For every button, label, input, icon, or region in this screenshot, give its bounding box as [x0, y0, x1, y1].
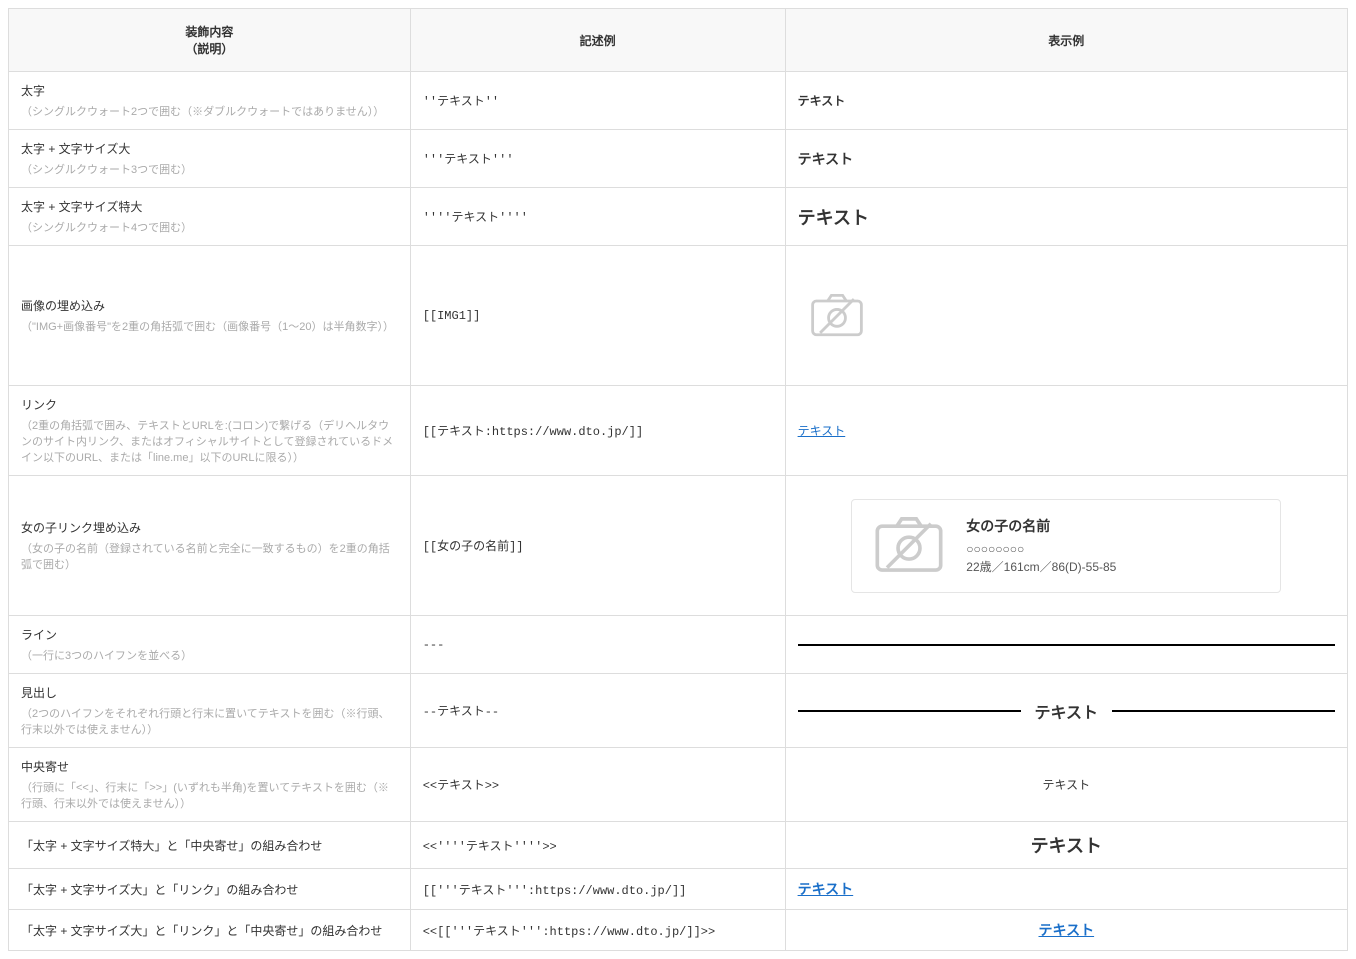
- desc-cell: ライン （一行に3つのハイフンを並べる）: [9, 616, 411, 674]
- table-header-row: 装飾内容 （説明） 記述例 表示例: [9, 9, 1348, 72]
- table-row: 見出し （2つのハイフンをそれぞれ行頭と行末に置いてテキストを囲む（※行頭、行末…: [9, 674, 1348, 748]
- example-cell: テキスト: [785, 869, 1347, 910]
- table-row: 太字 + 文字サイズ特大 （シングルクウォート4つで囲む） ''''テキスト''…: [9, 188, 1348, 246]
- profile-stats: 22歳／161cm／86(D)-55-85: [966, 558, 1116, 576]
- row-note: （"IMG+画像番号"を2重の角括弧で囲む（画像番号（1〜20）は半角数字））: [21, 318, 398, 334]
- example-horizontal-rule: [798, 644, 1335, 646]
- table-row: 太字 + 文字サイズ大 （シングルクウォート3つで囲む） '''テキスト''' …: [9, 130, 1348, 188]
- row-note: （シングルクウォート4つで囲む）: [21, 219, 398, 235]
- header-example: 表示例: [785, 9, 1347, 72]
- syntax-cell: <<[['''テキスト''':https://www.dto.jp/]]>>: [410, 910, 785, 951]
- no-image-icon: [798, 284, 876, 348]
- syntax-cell: [['''テキスト''':https://www.dto.jp/]]: [410, 869, 785, 910]
- example-heading: テキスト: [798, 699, 1335, 723]
- header-decoration: 装飾内容 （説明）: [9, 9, 411, 72]
- table-row: リンク （2重の角括弧で囲み、テキストとURLを:(コロン)で繋げる（デリヘルタ…: [9, 386, 1348, 476]
- desc-cell: 見出し （2つのハイフンをそれぞれ行頭と行末に置いてテキストを囲む（※行頭、行末…: [9, 674, 411, 748]
- example-link-large-centered[interactable]: テキスト: [1039, 922, 1095, 938]
- example-cell: テキスト: [785, 822, 1347, 869]
- syntax-cell: ''テキスト'': [410, 72, 785, 130]
- row-title: 太字 + 文字サイズ大: [21, 140, 398, 157]
- example-cell: [785, 616, 1347, 674]
- row-title: 「太字 + 文字サイズ大」と「リンク」の組み合わせ: [21, 881, 398, 898]
- heading-label: テキスト: [1035, 699, 1099, 723]
- syntax-cell: '''テキスト''': [410, 130, 785, 188]
- example-cell: 女の子の名前 ○○○○○○○○ 22歳／161cm／86(D)-55-85: [785, 476, 1347, 616]
- row-note: （行頭に「<<」、行末に「>>」(いずれも半角)を置いてテキストを囲む（※行頭、…: [21, 779, 398, 811]
- example-cell: テキスト: [785, 72, 1347, 130]
- profile-name: 女の子の名前: [966, 516, 1116, 536]
- header-syntax: 記述例: [410, 9, 785, 72]
- row-title: リンク: [21, 396, 398, 413]
- desc-cell: 中央寄せ （行頭に「<<」、行末に「>>」(いずれも半角)を置いてテキストを囲む…: [9, 748, 411, 822]
- row-note: （シングルクウォート2つで囲む（※ダブルクウォートではありません））: [21, 103, 398, 119]
- table-row: 画像の埋め込み （"IMG+画像番号"を2重の角括弧で囲む（画像番号（1〜20）…: [9, 246, 1348, 386]
- example-centered-xlarge: テキスト: [1031, 836, 1102, 856]
- row-title: 太字: [21, 82, 398, 99]
- desc-cell: 画像の埋め込み （"IMG+画像番号"を2重の角括弧で囲む（画像番号（1〜20）…: [9, 246, 411, 386]
- example-cell: [785, 246, 1347, 386]
- desc-cell: 「太字 + 文字サイズ大」と「リンク」の組み合わせ: [9, 869, 411, 910]
- no-image-icon: [870, 514, 948, 578]
- row-title: 画像の埋め込み: [21, 297, 398, 314]
- syntax-cell: --テキスト--: [410, 674, 785, 748]
- syntax-cell: <<テキスト>>: [410, 748, 785, 822]
- row-title: 太字 + 文字サイズ特大: [21, 198, 398, 215]
- row-title: ライン: [21, 626, 398, 643]
- table-row: 太字 （シングルクウォート2つで囲む（※ダブルクウォートではありません）） ''…: [9, 72, 1348, 130]
- example-cell: テキスト: [785, 386, 1347, 476]
- example-link-large[interactable]: テキスト: [798, 881, 854, 897]
- header-col1-line1: 装飾内容: [185, 25, 233, 39]
- example-cell: テキスト: [785, 130, 1347, 188]
- row-note: （女の子の名前（登録されている名前と完全に一致するもの）を2重の角括弧で囲む）: [21, 540, 398, 572]
- desc-cell: 太字 + 文字サイズ大 （シングルクウォート3つで囲む）: [9, 130, 411, 188]
- row-note: （シングルクウォート3つで囲む）: [21, 161, 398, 177]
- row-title: 「太字 + 文字サイズ大」と「リンク」と「中央寄せ」の組み合わせ: [21, 922, 398, 939]
- table-row: 中央寄せ （行頭に「<<」、行末に「>>」(いずれも半角)を置いてテキストを囲む…: [9, 748, 1348, 822]
- row-note: （2重の角括弧で囲み、テキストとURLを:(コロン)で繋げる（デリヘルタウンのサ…: [21, 417, 398, 465]
- example-cell: テキスト: [785, 910, 1347, 951]
- example-centered: テキスト: [1042, 778, 1090, 792]
- table-row: 「太字 + 文字サイズ大」と「リンク」と「中央寄せ」の組み合わせ <<[['''…: [9, 910, 1348, 951]
- example-bold-xlarge: テキスト: [798, 208, 869, 228]
- desc-cell: リンク （2重の角括弧で囲み、テキストとURLを:(コロン)で繋げる（デリヘルタ…: [9, 386, 411, 476]
- syntax-cell: ''''テキスト'''': [410, 188, 785, 246]
- syntax-cell: [[女の子の名前]]: [410, 476, 785, 616]
- example-link[interactable]: テキスト: [798, 424, 846, 438]
- syntax-cell: ---: [410, 616, 785, 674]
- row-note: （一行に3つのハイフンを並べる）: [21, 647, 398, 663]
- row-note: （2つのハイフンをそれぞれ行頭と行末に置いてテキストを囲む（※行頭、行末以外では…: [21, 705, 398, 737]
- formatting-reference-table: 装飾内容 （説明） 記述例 表示例 太字 （シングルクウォート2つで囲む（※ダブ…: [8, 8, 1348, 951]
- table-row: ライン （一行に3つのハイフンを並べる） ---: [9, 616, 1348, 674]
- profile-dots: ○○○○○○○○: [966, 540, 1116, 558]
- example-cell: テキスト: [785, 674, 1347, 748]
- example-cell: テキスト: [785, 748, 1347, 822]
- example-bold: テキスト: [798, 94, 846, 108]
- row-title: 「太字 + 文字サイズ特大」と「中央寄せ」の組み合わせ: [21, 837, 398, 854]
- syntax-cell: <<''''テキスト''''>>: [410, 822, 785, 869]
- desc-cell: 太字 （シングルクウォート2つで囲む（※ダブルクウォートではありません））: [9, 72, 411, 130]
- profile-info: 女の子の名前 ○○○○○○○○ 22歳／161cm／86(D)-55-85: [966, 516, 1116, 576]
- profile-card[interactable]: 女の子の名前 ○○○○○○○○ 22歳／161cm／86(D)-55-85: [851, 499, 1281, 593]
- row-title: 中央寄せ: [21, 758, 398, 775]
- header-col1-line2: （説明）: [185, 42, 233, 56]
- row-title: 見出し: [21, 684, 398, 701]
- table-row: 「太字 + 文字サイズ大」と「リンク」の組み合わせ [['''テキスト''':h…: [9, 869, 1348, 910]
- desc-cell: 「太字 + 文字サイズ特大」と「中央寄せ」の組み合わせ: [9, 822, 411, 869]
- example-cell: テキスト: [785, 188, 1347, 246]
- desc-cell: 女の子リンク埋め込み （女の子の名前（登録されている名前と完全に一致するもの）を…: [9, 476, 411, 616]
- syntax-cell: [[テキスト:https://www.dto.jp/]]: [410, 386, 785, 476]
- example-bold-large: テキスト: [798, 151, 854, 167]
- desc-cell: 太字 + 文字サイズ特大 （シングルクウォート4つで囲む）: [9, 188, 411, 246]
- desc-cell: 「太字 + 文字サイズ大」と「リンク」と「中央寄せ」の組み合わせ: [9, 910, 411, 951]
- table-row: 女の子リンク埋め込み （女の子の名前（登録されている名前と完全に一致するもの）を…: [9, 476, 1348, 616]
- table-row: 「太字 + 文字サイズ特大」と「中央寄せ」の組み合わせ <<''''テキスト''…: [9, 822, 1348, 869]
- row-title: 女の子リンク埋め込み: [21, 519, 398, 536]
- syntax-cell: [[IMG1]]: [410, 246, 785, 386]
